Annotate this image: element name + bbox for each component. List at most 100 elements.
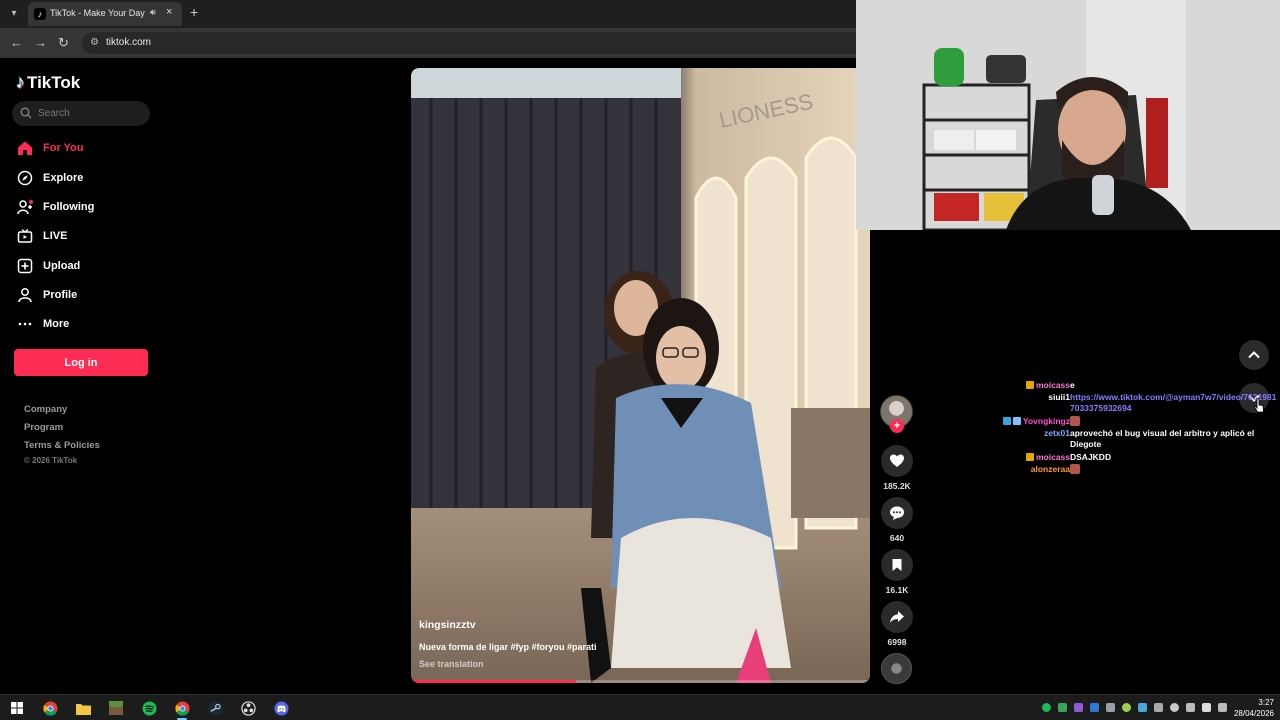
nav-upload[interactable]: Upload: [16, 256, 80, 276]
home-icon: [16, 140, 33, 157]
notifications-tray-icon[interactable]: [1218, 703, 1227, 712]
tab-title: TikTok - Make Your Day: [50, 8, 145, 18]
nav-explore[interactable]: Explore: [16, 168, 83, 188]
spotify-tray-icon[interactable]: [1042, 703, 1051, 712]
nav-more[interactable]: More: [16, 314, 69, 334]
tab-list-icon[interactable]: ▾: [6, 6, 22, 22]
chat-link[interactable]: https://www.tiktok.com/@ayman7w7/video/7…: [1070, 392, 1278, 414]
nav-live[interactable]: LIVE: [16, 226, 67, 246]
chrome-icon[interactable]: [41, 699, 59, 717]
back-arrow-icon[interactable]: ←: [10, 35, 23, 51]
nav-for-you[interactable]: For You: [16, 138, 84, 158]
battery-tray-icon[interactable]: [1058, 703, 1067, 712]
chat-tray-icon[interactable]: [1090, 703, 1099, 712]
comment-count: 640: [889, 533, 905, 543]
previous-video-button[interactable]: [1239, 340, 1269, 370]
copyright: © 2026 TikTok: [24, 456, 78, 465]
file-explorer-icon[interactable]: [74, 699, 92, 717]
share-button[interactable]: [881, 601, 913, 633]
nav-label: Explore: [43, 172, 84, 184]
heart-icon: [890, 454, 904, 467]
site-info-icon[interactable]: ⚙: [90, 37, 99, 48]
browser-toolbar: ← → ↻ ⚙ tiktok.com: [0, 28, 856, 58]
settings-tray-icon[interactable]: [1154, 703, 1163, 712]
nav-label: Profile: [43, 289, 78, 301]
nav-label: LIVE: [43, 230, 68, 242]
webcam-overlay: [856, 0, 1280, 230]
clock-date: 28/04/2026: [1233, 709, 1274, 718]
chat-username: moicass: [1025, 452, 1070, 463]
chat-badge-icon: [1012, 417, 1021, 425]
chat-text: aprovechó el bug visual del arbitro y ap…: [1070, 428, 1255, 449]
plus-icon[interactable]: +: [190, 4, 198, 20]
save-button[interactable]: [881, 549, 913, 581]
chat-username: Yovngkingz: [1002, 416, 1070, 427]
chat-badge-icon: [1025, 453, 1034, 461]
like-count: 185.2K: [883, 481, 911, 491]
see-translation-link[interactable]: See translation: [419, 659, 484, 669]
browser-tab-bar: ▾ ♪ TikTok - Make Your Day 🔊︎ × +: [0, 0, 856, 28]
upload-icon: [16, 258, 33, 275]
chrome-active-icon[interactable]: [173, 699, 191, 717]
compass-icon: [16, 170, 33, 187]
notification-dot: [29, 199, 33, 204]
search-input[interactable]: [38, 105, 142, 122]
audio-icon[interactable]: 🔊︎: [150, 7, 156, 18]
video-progress-fill: [411, 680, 577, 683]
minecraft-icon[interactable]: [107, 699, 125, 717]
steam-tray-icon[interactable]: [1138, 703, 1147, 712]
tiktok-logo[interactable]: ♪ TikTok: [16, 72, 80, 93]
network-tray-icon[interactable]: [1106, 703, 1115, 712]
volume-tray-icon[interactable]: [1202, 703, 1211, 712]
system-clock[interactable]: 3:27 28/04/2026: [1234, 697, 1274, 719]
save-count: 16.1K: [885, 585, 909, 595]
comment-button[interactable]: [881, 497, 913, 529]
comment-icon: [890, 506, 904, 520]
chat-username: moicass: [1025, 380, 1070, 391]
windows-start-icon[interactable]: [8, 699, 26, 717]
nvidia-tray-icon[interactable]: [1122, 703, 1131, 712]
obs-tray-icon[interactable]: [1170, 703, 1179, 712]
chevron-up-icon: [1248, 351, 1260, 359]
chat-text: [1070, 464, 1278, 475]
video-progress-bar[interactable]: [411, 680, 870, 683]
nav-label: Following: [43, 201, 95, 213]
discord-icon[interactable]: [272, 699, 290, 717]
forward-arrow-icon[interactable]: →: [34, 35, 47, 51]
like-button[interactable]: [881, 445, 913, 477]
footer-link-program[interactable]: Program: [24, 422, 63, 433]
more-icon: [16, 316, 33, 333]
footer-link-terms[interactable]: Terms & Policies: [24, 440, 100, 451]
obs-icon[interactable]: [239, 699, 257, 717]
video-username[interactable]: kingsinzztv: [419, 619, 476, 631]
video-player[interactable]: LIONESS kingsinzztv Nueva forma de ligar…: [411, 68, 870, 683]
bookmark-icon: [892, 559, 902, 571]
screen: ▾ ♪ TikTok - Make Your Day 🔊︎ × + ← → ↻ …: [0, 0, 1280, 720]
login-button[interactable]: Log in: [14, 349, 148, 376]
nav-following[interactable]: Following: [16, 197, 94, 217]
follow-plus-icon[interactable]: +: [890, 419, 904, 433]
chat-emote-icon: [1070, 464, 1080, 474]
reload-icon[interactable]: ↻: [58, 35, 69, 51]
music-disc-icon[interactable]: [881, 653, 912, 684]
browser-tab[interactable]: ♪ TikTok - Make Your Day 🔊︎ ×: [28, 2, 182, 26]
chat-emote-icon: [1070, 416, 1080, 426]
nav-label: For You: [43, 142, 84, 154]
nav-label: Upload: [43, 260, 81, 272]
chat-text: [1070, 416, 1278, 427]
live-icon: [16, 228, 33, 245]
wifi-tray-icon[interactable]: [1186, 703, 1195, 712]
nav-profile[interactable]: Profile: [16, 285, 77, 305]
chat-username: zetx01: [1044, 428, 1070, 438]
video-frame: LIONESS: [411, 68, 870, 683]
app-tray-icon[interactable]: [1074, 703, 1083, 712]
search-icon: [20, 107, 32, 119]
spotify-icon[interactable]: [140, 699, 158, 717]
webcam-feed: [856, 0, 1280, 230]
footer-link-company[interactable]: Company: [24, 404, 67, 415]
chat-text: DSAJKDD: [1070, 452, 1112, 462]
close-icon[interactable]: ×: [166, 6, 172, 18]
steam-icon[interactable]: [206, 699, 224, 717]
address-bar[interactable]: ⚙ tiktok.com: [82, 32, 856, 54]
share-count: 6998: [887, 637, 907, 647]
